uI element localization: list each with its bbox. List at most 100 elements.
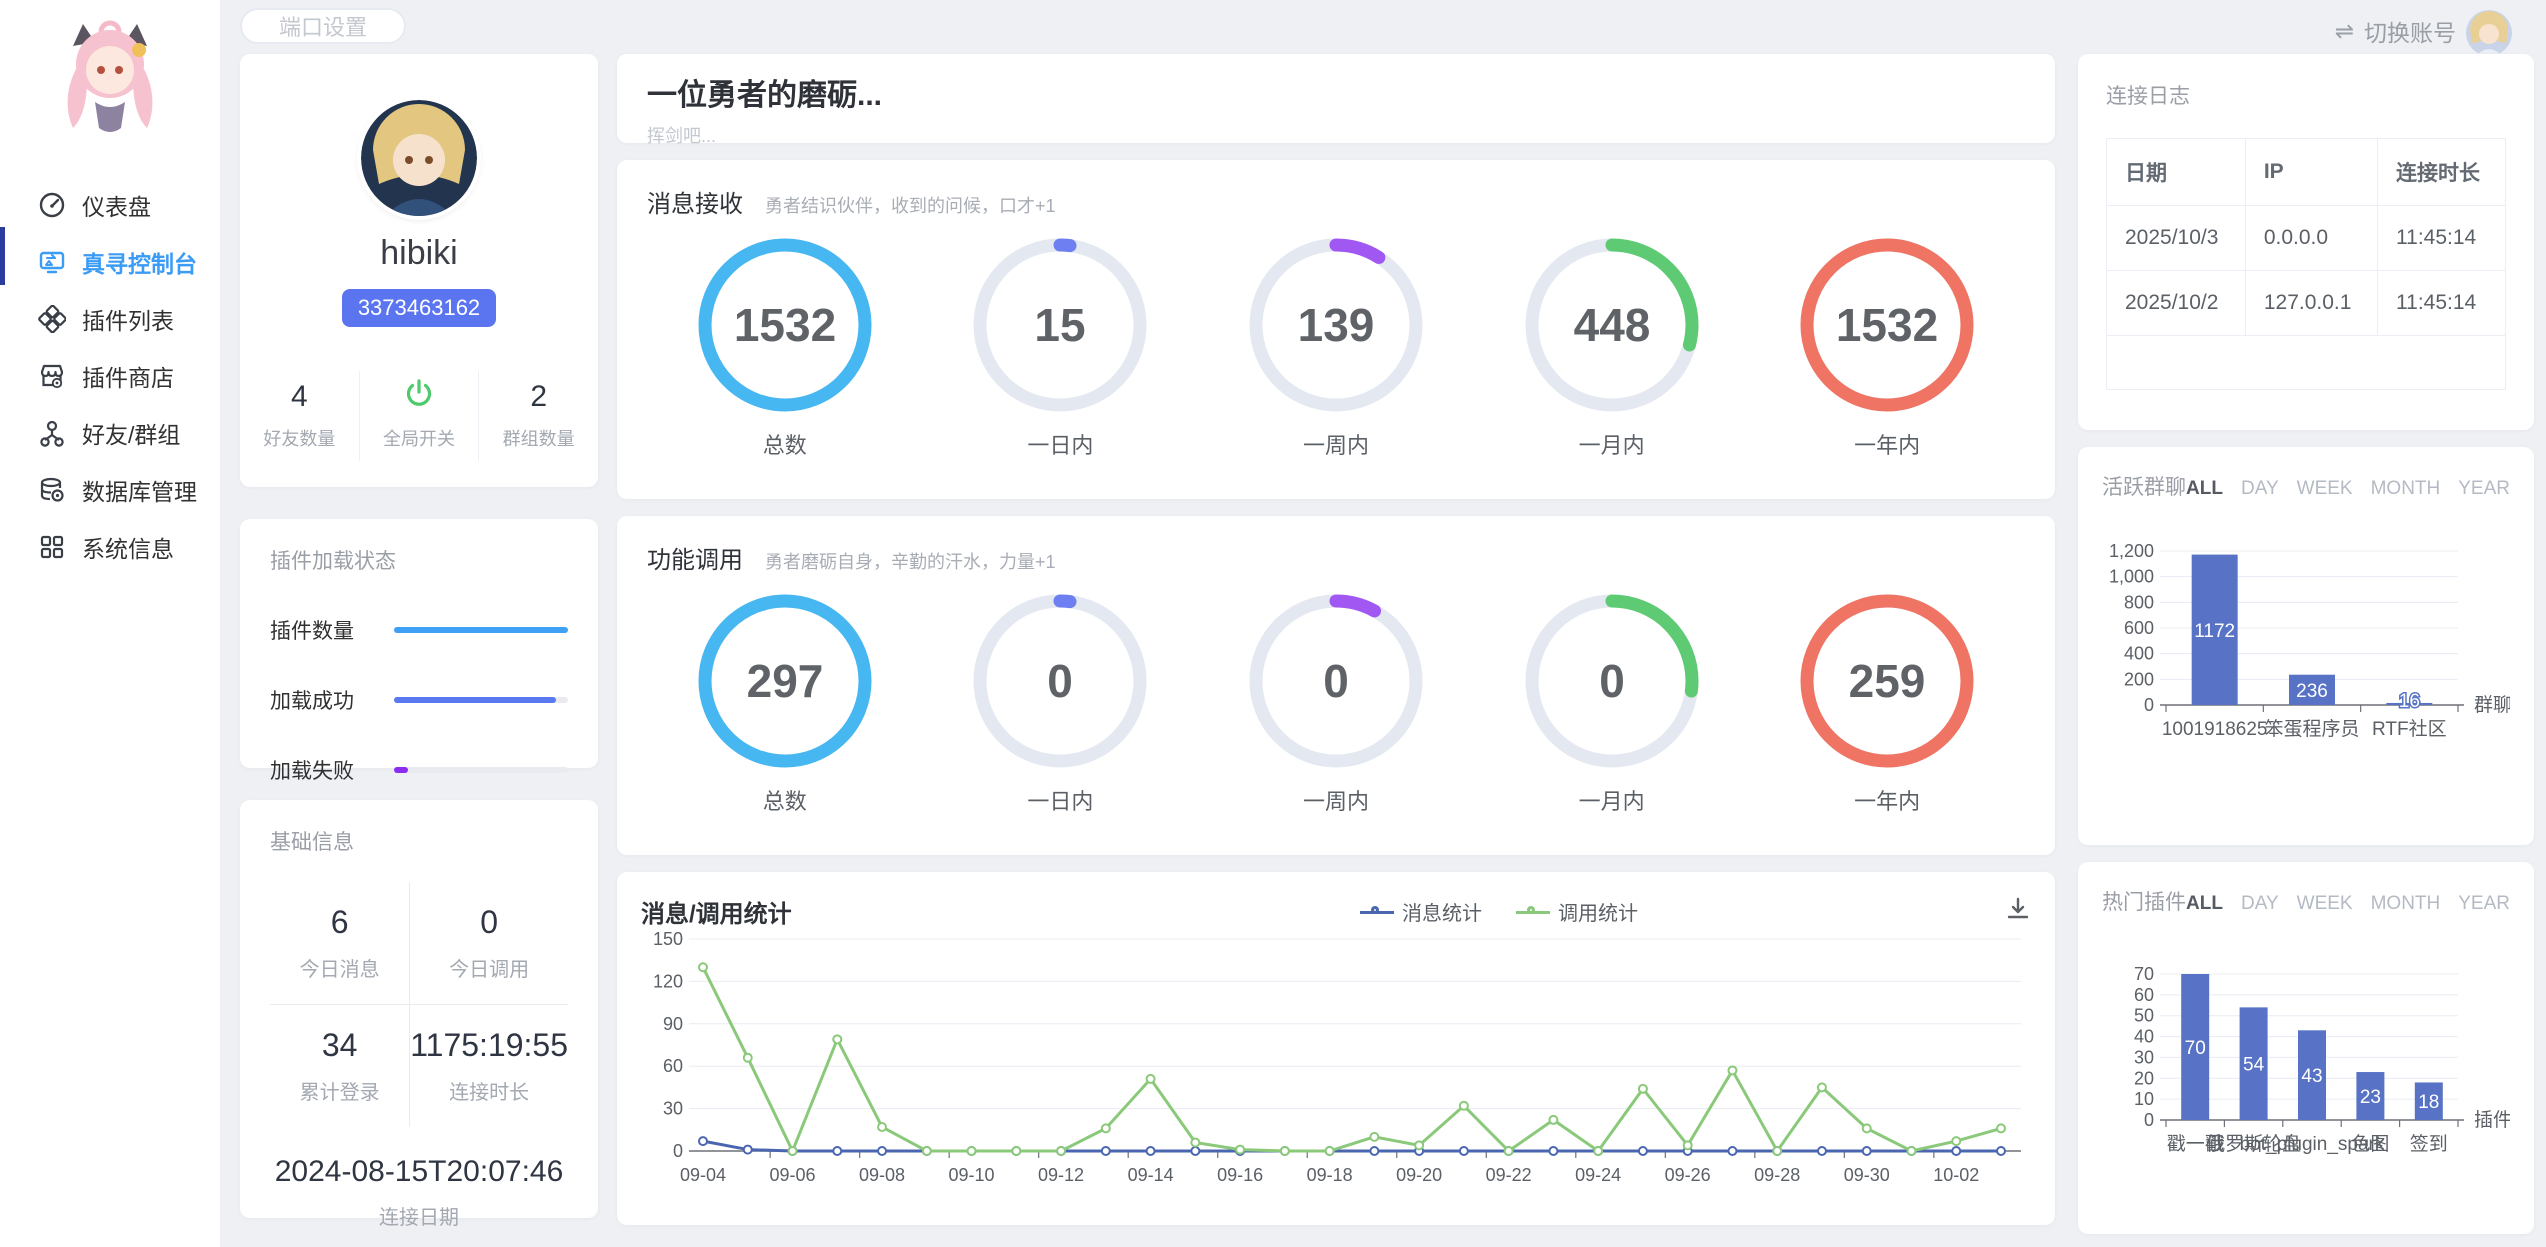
svg-text:09-12: 09-12: [1038, 1165, 1084, 1185]
svg-text:0: 0: [1599, 655, 1625, 707]
svg-text:15: 15: [1035, 299, 1086, 351]
legend-item-调用统计[interactable]: 调用统计: [1516, 897, 1638, 926]
card-title: 活跃群聊: [2102, 471, 2186, 501]
basic-info-cell: 1175:19:55连接时长: [410, 1005, 568, 1127]
profile-avatar[interactable]: [361, 100, 477, 216]
progress-track: [394, 627, 568, 633]
svg-text:10-02: 10-02: [1933, 1165, 1979, 1185]
svg-text:448: 448: [1573, 299, 1650, 351]
message-call-stats-card: 消息/调用统计 消息统计调用统计 030609012015009-0409-06…: [617, 872, 2055, 1225]
svg-text:群聊: 群聊: [2474, 694, 2510, 716]
profile-stat[interactable]: 全局开关: [359, 371, 479, 461]
sidebar-item-7[interactable]: 系统信息: [0, 518, 220, 575]
svg-text:10: 10: [2134, 1089, 2154, 1109]
active-groups-chart: 02004006008001,0001,200群聊117210019186252…: [2102, 501, 2510, 768]
gauge-label: 一月内: [1474, 428, 1750, 460]
svg-text:1,200: 1,200: [2109, 541, 2154, 561]
svg-text:139: 139: [1298, 299, 1375, 351]
tab-year[interactable]: YEAR: [2458, 478, 2510, 500]
tab-day[interactable]: DAY: [2241, 893, 2279, 915]
svg-text:400: 400: [2124, 644, 2154, 664]
gauge-ring: 297: [697, 593, 873, 769]
table-cell: 11:45:14: [2378, 206, 2505, 271]
logo-image: [35, 16, 185, 146]
sidebar-item-3[interactable]: 插件列表: [0, 290, 220, 347]
tab-all[interactable]: ALL: [2186, 478, 2223, 500]
sidebar-item-label: 仪表盘: [82, 188, 151, 222]
hot-plugins-chart: 010203040506070插件70戳一戳54俄罗斯轮盘43bot_plugi…: [2102, 916, 2510, 1183]
profile-name: hibiki: [240, 234, 598, 273]
tab-year[interactable]: YEAR: [2458, 893, 2510, 915]
active-nav-indicator: [0, 227, 5, 285]
plugin-load-card: 插件加载状态 插件数量加载成功加载失败: [240, 519, 598, 768]
svg-text:200: 200: [2124, 669, 2154, 689]
svg-text:09-14: 09-14: [1128, 1165, 1174, 1185]
svg-text:1532: 1532: [734, 299, 836, 351]
profile-card: hibiki 3373463162 4好友数量全局开关2群组数量: [240, 54, 598, 487]
basic-info-value: 1175:19:55: [410, 1027, 568, 1064]
sidebar-item-label: 插件列表: [82, 302, 174, 336]
power-icon[interactable]: [360, 377, 479, 417]
svg-text:120: 120: [653, 971, 683, 991]
svg-text:色图: 色图: [2351, 1133, 2389, 1155]
sidebar-item-6[interactable]: 数据库管理: [0, 461, 220, 518]
tab-all[interactable]: ALL: [2186, 893, 2223, 915]
sidebar-item-label: 好友/群组: [82, 416, 180, 450]
gauge-label: 一日内: [923, 428, 1199, 460]
plugin-store-icon: [38, 362, 66, 390]
svg-text:1532: 1532: [1836, 299, 1938, 351]
svg-text:150: 150: [653, 929, 683, 949]
svg-text:09-24: 09-24: [1575, 1165, 1621, 1185]
message-received-card: 消息接收 勇者结识伙伴，收到的问候，口才+1 1532总数15一日内139一周内…: [617, 160, 2055, 499]
legend-item-消息统计[interactable]: 消息统计: [1360, 897, 1482, 926]
table-row: 2025/10/30.0.0.011:45:14: [2107, 206, 2505, 271]
profile-uid-badge: 3373463162: [342, 289, 496, 327]
profile-stat: 4好友数量: [240, 371, 359, 461]
svg-text:1172: 1172: [2194, 621, 2235, 642]
stat-label: 全局开关: [360, 425, 479, 451]
legend-marker: [1360, 906, 1394, 918]
gauge-ring: 15: [972, 237, 1148, 413]
svg-text:0: 0: [2144, 1110, 2154, 1130]
log-column-header: 连接时长: [2378, 139, 2505, 206]
legend-marker: [1516, 906, 1550, 918]
card-title: 消息/调用统计: [641, 894, 1001, 929]
tab-month[interactable]: MONTH: [2371, 893, 2441, 915]
svg-text:60: 60: [663, 1056, 683, 1076]
svg-text:50: 50: [2134, 1006, 2154, 1026]
tab-week[interactable]: WEEK: [2297, 893, 2353, 915]
gauge-ring: 448: [1524, 237, 1700, 413]
gauge-label: 一年内: [1749, 784, 2025, 816]
svg-text:18: 18: [2418, 1092, 2439, 1113]
sidebar-item-4[interactable]: 插件商店: [0, 347, 220, 404]
table-cell: 127.0.0.1: [2245, 271, 2377, 336]
log-column-header: IP: [2245, 139, 2377, 206]
tab-week[interactable]: WEEK: [2297, 478, 2353, 500]
gauge-一年内: 259一年内: [1749, 593, 2025, 816]
svg-text:20: 20: [2134, 1068, 2154, 1088]
system-info-icon: [38, 533, 66, 561]
table-cell: 0.0.0.0: [2245, 206, 2377, 271]
sidebar: 仪表盘真寻控制台插件列表插件商店好友/群组数据库管理系统信息: [0, 0, 220, 1247]
svg-text:16: 16: [2399, 691, 2420, 712]
connect-log-card: 连接日志 日期IP连接时长 2025/10/30.0.0.011:45:1420…: [2078, 54, 2534, 430]
svg-text:0: 0: [1048, 655, 1074, 707]
hero-title: 一位勇者的磨砺...: [647, 70, 2025, 114]
svg-text:60: 60: [2134, 985, 2154, 1005]
sidebar-item-2[interactable]: 真寻控制台: [0, 233, 220, 290]
gauge-ring: 139: [1248, 237, 1424, 413]
tab-month[interactable]: MONTH: [2371, 478, 2441, 500]
gauge-ring: 1532: [1799, 237, 1975, 413]
basic-info-label: 今日消息: [270, 953, 409, 982]
tab-day[interactable]: DAY: [2241, 478, 2279, 500]
svg-text:54: 54: [2243, 1055, 2265, 1076]
svg-text:70: 70: [2134, 964, 2154, 984]
download-icon[interactable]: [1997, 896, 2031, 927]
sidebar-item-1[interactable]: 仪表盘: [0, 176, 220, 233]
progress-track: [394, 767, 568, 773]
basic-info-value: 34: [270, 1027, 409, 1064]
basic-info-cell: 0今日调用: [410, 882, 568, 1005]
sidebar-item-5[interactable]: 好友/群组: [0, 404, 220, 461]
svg-text:09-30: 09-30: [1844, 1165, 1890, 1185]
svg-text:09-22: 09-22: [1486, 1165, 1532, 1185]
